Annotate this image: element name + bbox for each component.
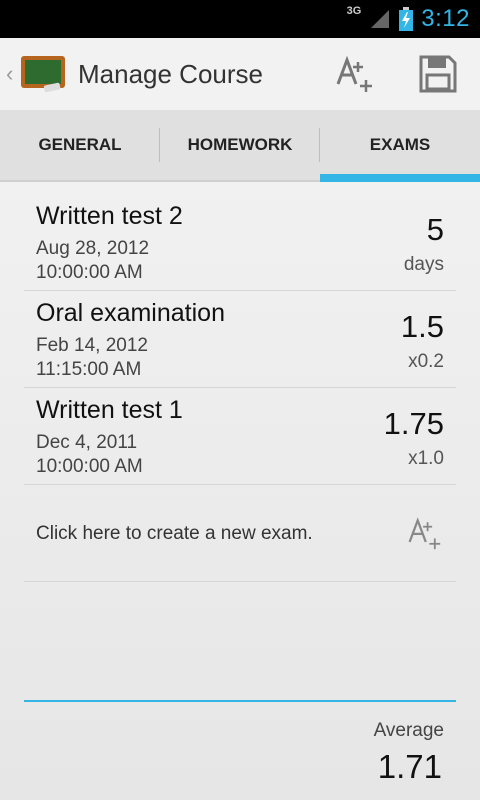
up-caret-icon[interactable]: ‹ [6,61,20,87]
exam-subtext: days [403,254,444,275]
add-grade-icon [408,517,441,550]
add-grade-icon [336,55,372,92]
chalkboard-app-icon[interactable] [20,54,66,94]
tab-exams[interactable]: EXAMS [320,110,480,182]
add-grade-button[interactable] [314,38,394,110]
tab-label: EXAMS [369,135,431,154]
exam-list: Written test 2 Aug 28, 2012 10:00:00 AM … [24,194,456,582]
exam-date: Feb 14, 2012 [36,335,148,356]
status-time: 3:12 [421,5,470,32]
average-label: Average [373,720,444,741]
exam-value: 1.75 [383,406,444,441]
status-icons: 3G 3:12 [347,0,470,38]
network-type-label: 3G [346,5,362,17]
tab-bar: GENERAL HOMEWORK EXAMS [0,110,480,182]
exam-name: Oral examination [36,299,225,327]
exam-time: 10:00:00 AM [36,262,143,283]
tab-general[interactable]: GENERAL [0,110,160,180]
exam-name: Written test 2 [36,202,183,230]
exam-row[interactable]: Oral examination Feb 14, 2012 11:15:00 A… [24,291,456,388]
action-bar: ‹ Manage Course [0,38,480,110]
exam-time: 11:15:00 AM [36,359,142,380]
average-footer: Average 1.71 [24,700,456,800]
exam-subtext: x0.2 [408,351,444,372]
status-bar: 3G 3:12 [0,0,480,38]
create-exam-label: Click here to create a new exam. [36,523,313,544]
save-button[interactable] [398,38,478,110]
tab-label: GENERAL [38,135,122,154]
exam-row[interactable]: Written test 2 Aug 28, 2012 10:00:00 AM … [24,194,456,291]
exam-name: Written test 1 [36,396,183,424]
save-icon [419,55,457,93]
exam-value: 5 [426,212,444,247]
exam-time: 10:00:00 AM [36,456,143,477]
battery-charging-icon [399,7,414,31]
exam-date: Aug 28, 2012 [36,238,150,259]
page-title: Manage Course [78,58,263,89]
tab-label: HOMEWORK [187,135,293,154]
exam-row[interactable]: Written test 1 Dec 4, 2011 10:00:00 AM 1… [24,388,456,485]
create-exam-row[interactable]: Click here to create a new exam. [24,485,456,582]
selected-tab-indicator [320,174,480,182]
exam-date: Dec 4, 2011 [36,432,138,453]
exam-subtext: x1.0 [408,448,444,469]
average-value: 1.71 [377,748,442,785]
tab-homework[interactable]: HOMEWORK [160,110,320,180]
signal-icon [371,10,390,28]
exam-value: 1.5 [400,309,444,344]
